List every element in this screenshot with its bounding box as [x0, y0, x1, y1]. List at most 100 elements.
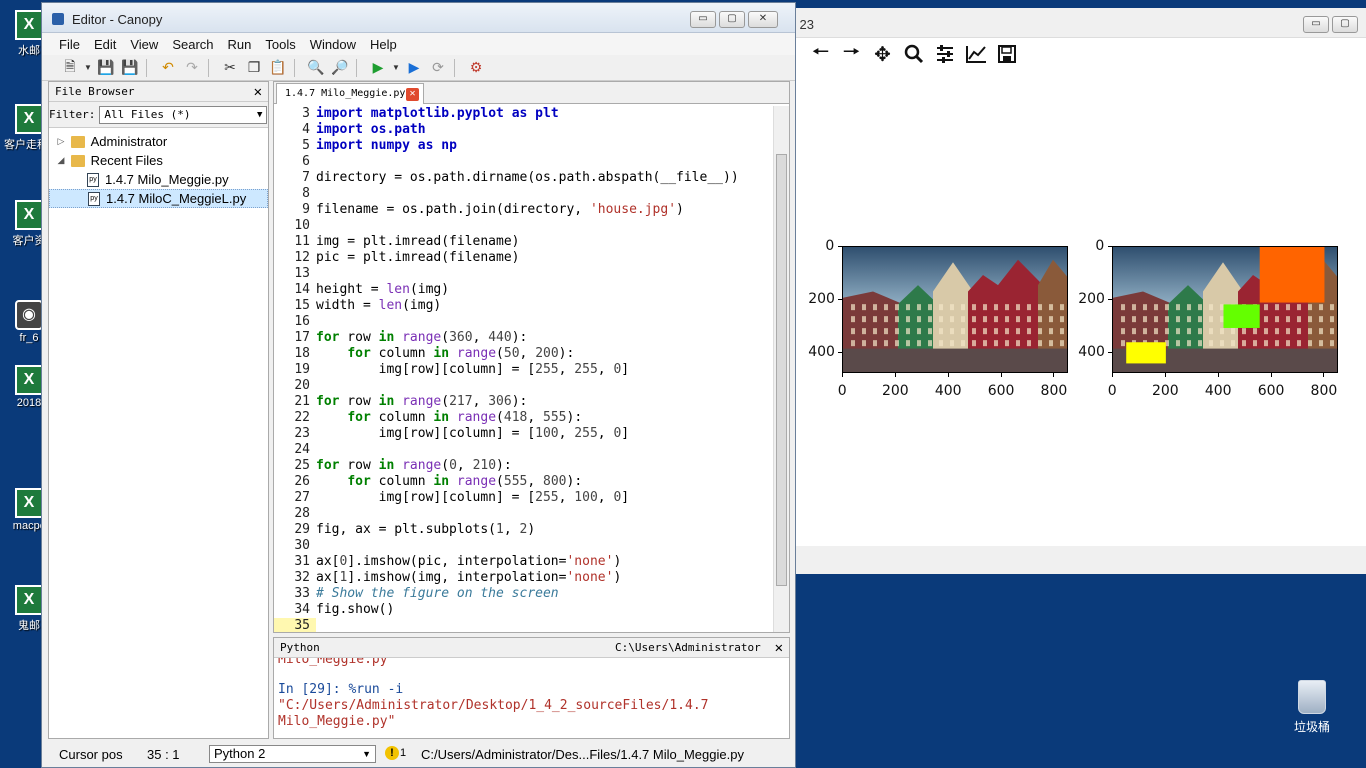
python-shell-output[interactable]: Milo_Meggie.py In [29]: %run -i "C:/Users/… — [274, 658, 789, 730]
menu-file[interactable]: File — [52, 37, 87, 52]
minimize-button[interactable]: ▭ — [690, 11, 716, 28]
zoom-icon[interactable] — [900, 41, 927, 67]
maximize-button[interactable]: ▢ — [1332, 16, 1358, 33]
code-area[interactable]: 3 import matplotlib.pyplot as plt 4 import … — [274, 106, 774, 632]
configure-icon[interactable] — [931, 41, 958, 67]
photo-window — [1049, 328, 1053, 335]
tree-folder[interactable]: ◢ Recent Files — [49, 151, 268, 170]
line-number: 19 — [294, 362, 310, 377]
minimize-button[interactable]: ▭ — [1303, 16, 1329, 33]
excel-file-icon: X — [15, 104, 43, 134]
photo-window — [1308, 304, 1312, 311]
cut-icon[interactable]: ✂ — [220, 58, 240, 78]
tree-file[interactable]: py 1.4.7 Milo_Meggie.py — [49, 170, 268, 189]
photo-window — [1121, 316, 1125, 323]
line-number: 30 — [294, 538, 310, 553]
code-line: 19 img[row][column] = [255, 255, 0] — [274, 362, 774, 378]
menu-window[interactable]: Window — [303, 37, 363, 52]
y-tick-label: 0 — [825, 238, 835, 254]
save-file-icon[interactable]: 💾 — [96, 58, 116, 78]
copy-icon[interactable]: ❐ — [244, 58, 264, 78]
expanded-arrow-icon[interactable]: ◢ — [55, 155, 67, 166]
dropdown-arrow-icon[interactable]: ▼ — [84, 58, 92, 78]
photo-window — [1275, 304, 1279, 311]
find-icon[interactable]: 🔍 — [306, 58, 326, 78]
back-icon[interactable]: 🠔 — [807, 41, 834, 67]
photo-window — [1060, 304, 1064, 311]
save-icon[interactable] — [993, 41, 1020, 67]
line-number: 24 — [294, 442, 310, 457]
photo-window — [1264, 316, 1268, 323]
line-number: 21 — [294, 394, 310, 409]
folder-icon — [70, 135, 85, 148]
undo-icon[interactable]: ↶ — [158, 58, 178, 78]
interpreter-select[interactable]: Python 2 — [209, 745, 376, 763]
recycle-bin-label: 垃圾桶 — [1293, 720, 1330, 734]
close-button[interactable]: ✕ — [748, 11, 778, 28]
image-axes[interactable] — [842, 246, 1068, 373]
photo-window — [983, 340, 987, 347]
photo-window — [1005, 304, 1009, 311]
photo-window — [1209, 316, 1213, 323]
tree-file[interactable]: py 1.4.7 MiloC_MeggieL.py — [49, 189, 268, 208]
line-number: 8 — [302, 186, 310, 201]
collapsed-arrow-icon[interactable]: ▷ — [55, 136, 67, 147]
new-file-icon[interactable]: 🗎 — [60, 58, 80, 78]
line-number: 7 — [302, 170, 310, 185]
code-scrollbar[interactable] — [773, 106, 789, 632]
x-tick-mark — [1164, 373, 1166, 377]
photo-window — [994, 304, 998, 311]
photo-window — [972, 316, 976, 323]
save-all-icon[interactable]: 💾 — [120, 58, 140, 78]
photo-window — [1286, 340, 1290, 347]
edit-curves-icon[interactable] — [962, 41, 989, 67]
photo-window — [1154, 304, 1158, 311]
run-icon[interactable]: ▶ — [368, 58, 388, 78]
line-number: 32 — [294, 570, 310, 585]
photo-window — [961, 304, 965, 311]
photo-window — [917, 340, 921, 347]
menu-search[interactable]: Search — [165, 37, 220, 52]
paste-icon[interactable]: 📋 — [268, 58, 288, 78]
photo-window — [1253, 340, 1257, 347]
tree-item-label: 1.4.7 Milo_Meggie.py — [105, 172, 229, 187]
x-tick-label: 200 — [1151, 383, 1179, 399]
photo-window — [851, 340, 855, 347]
photo-window — [994, 328, 998, 335]
redo-icon[interactable]: ↷ — [182, 58, 202, 78]
pan-icon[interactable]: ✥ — [869, 41, 896, 67]
editor-tab[interactable]: 1.4.7 Milo_Meggie.py ✕ — [276, 83, 424, 104]
package-manager-icon[interactable]: ⚙ — [466, 58, 486, 78]
warning-icon[interactable]: ! — [385, 746, 399, 760]
debug-run-icon[interactable]: ▶ — [404, 58, 424, 78]
figure-canvas[interactable]: 0 200 400 600 800 0 200 400 0 200 400 600 800 0 200 400 — [789, 70, 1366, 546]
forward-icon[interactable]: 🠖 — [838, 41, 865, 67]
photo-window — [961, 328, 965, 335]
recycle-bin[interactable]: 垃圾桶 — [1288, 680, 1336, 735]
photo-window — [983, 304, 987, 311]
menu-edit[interactable]: Edit — [87, 37, 123, 52]
photo-window — [884, 316, 888, 323]
scrollbar-thumb[interactable] — [776, 154, 787, 586]
working-directory[interactable]: C:\Users\Administrator — [615, 638, 761, 658]
code-line: 21 for row in range(217, 306): — [274, 394, 774, 410]
file-browser-title: File Browser — [55, 85, 135, 98]
menu-help[interactable]: Help — [363, 37, 404, 52]
close-icon[interactable]: ✕ — [775, 638, 783, 658]
photo-window — [1264, 340, 1268, 347]
menu-tools[interactable]: Tools — [258, 37, 302, 52]
menu-view[interactable]: View — [123, 37, 165, 52]
line-number: 23 — [294, 426, 310, 441]
filter-select[interactable]: All Files (*) — [99, 105, 268, 124]
find-replace-icon[interactable]: 🔎 — [330, 58, 350, 78]
close-tab-icon[interactable]: ✕ — [406, 88, 419, 101]
close-icon[interactable]: ✕ — [254, 82, 262, 102]
run-dropdown-icon[interactable]: ▼ — [392, 58, 400, 78]
photo-window — [1297, 316, 1301, 323]
tree-folder[interactable]: ▷ Administrator — [49, 132, 268, 151]
image-axes[interactable] — [1112, 246, 1338, 373]
code-line: 15 width = len(img) — [274, 298, 774, 314]
restart-kernel-icon[interactable]: ⟳ — [428, 58, 448, 78]
maximize-button[interactable]: ▢ — [719, 11, 745, 28]
menu-run[interactable]: Run — [221, 37, 259, 52]
